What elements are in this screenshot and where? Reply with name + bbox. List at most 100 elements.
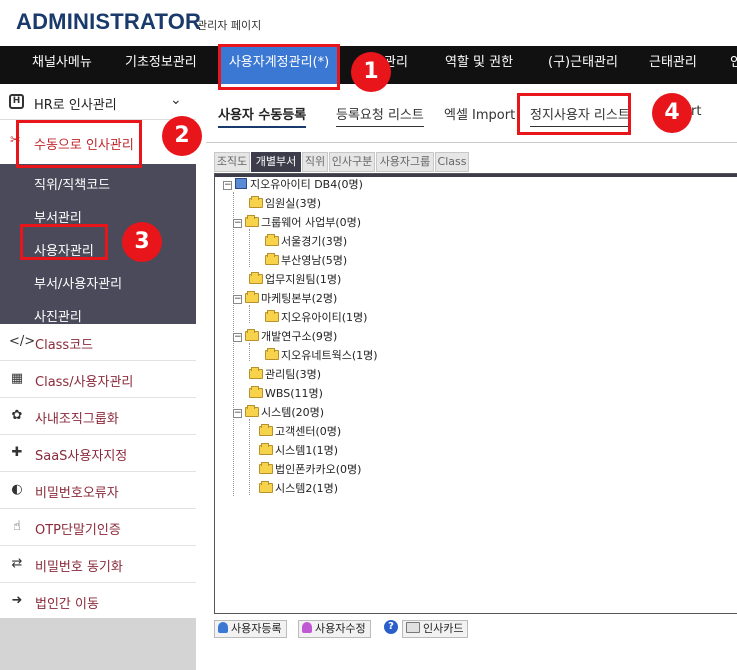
tree-node-label: 개발연구소(9명) — [261, 330, 338, 343]
folder-icon — [259, 462, 273, 474]
hr-card-button[interactable]: 인사카드 — [402, 620, 469, 638]
tree-node[interactable]: − 그룹웨어 사업부(0명) — [233, 215, 362, 230]
code-icon: </> — [9, 334, 36, 349]
arrow-circle-icon: ➜ — [11, 593, 23, 608]
nav-item-basic-info[interactable]: 기초정보관리 — [125, 46, 197, 84]
sidebar-item-password-error[interactable]: ◐ 비밀번호오류자 — [0, 472, 196, 509]
collapse-icon[interactable]: − — [233, 409, 242, 418]
folder-icon — [249, 196, 263, 208]
tree-node[interactable]: − 시스템(20명) — [233, 405, 324, 420]
folder-icon — [245, 329, 259, 341]
submenu-item-position-code[interactable]: 직위/직책코드 — [34, 174, 110, 193]
puzzle-icon: ✚ — [11, 445, 23, 460]
submenu-item-photo[interactable]: 사진관리 — [34, 306, 82, 325]
tree-node[interactable]: 시스템1(1명) — [259, 443, 339, 458]
tree-node[interactable]: 임원실(3명) — [249, 196, 322, 211]
folder-icon — [265, 348, 279, 360]
sidebar: H HR로 인사관리 ⌄ ✂ 수동으로 인사관리 직위/직책코드 부서관리 사용… — [0, 84, 196, 670]
sidebar-item-class-code[interactable]: </> Class코드 — [0, 324, 196, 361]
chevron-down-icon[interactable]: ⌄ — [170, 92, 182, 108]
sidebar-item-saas-user[interactable]: ✚ SaaS사용자지정 — [0, 435, 196, 472]
sidebar-item-label: SaaS사용자지정 — [35, 449, 128, 464]
tree-tab-class[interactable]: Class — [435, 152, 469, 172]
tree-tab-hr-type[interactable]: 인사구분 — [329, 152, 375, 172]
sidebar-header[interactable]: H HR로 인사관리 ⌄ — [0, 84, 196, 120]
sidebar-item-corp-move[interactable]: ➜ 법인간 이동 — [0, 583, 196, 620]
tree-tab-departments[interactable]: 개별부서 — [251, 152, 301, 172]
id-card-icon — [406, 622, 420, 633]
tree-node[interactable]: 시스템2(1명) — [259, 481, 338, 496]
tree-node-label: 시스템1(1명) — [275, 444, 339, 457]
tree-node-label: 부산영남(5명) — [281, 254, 348, 267]
tree-node[interactable]: 법인폰카카오(0명) — [259, 462, 361, 477]
folder-icon — [259, 443, 273, 455]
tree-node[interactable]: 관리팀(3명) — [249, 367, 321, 382]
folder-icon — [249, 367, 263, 379]
sidebar-item-label: 사내조직그룹화 — [35, 412, 119, 427]
sidebar-item-label: 비밀번호 동기화 — [35, 560, 123, 575]
folder-icon — [249, 272, 263, 284]
step-badge-4: 4 — [652, 93, 692, 133]
user-edit-button[interactable]: 사용자수정 — [298, 620, 371, 638]
highlight-box-1 — [218, 44, 340, 90]
user-register-button[interactable]: 사용자등록 — [214, 620, 287, 638]
tree-node[interactable]: 업무지원팀(1명) — [249, 272, 342, 287]
tab-request-list[interactable]: 등록요청 리스트 — [336, 104, 424, 127]
folder-icon — [249, 386, 263, 398]
tree-node[interactable]: 지오유네트웍스(1명) — [265, 348, 378, 363]
tree-node-label: 그룹웨어 사업부(0명) — [261, 216, 362, 229]
tree-node-root[interactable]: − 지오유아이티 DB4(0명) — [223, 178, 363, 192]
nav-item-more[interactable]: 인 — [730, 46, 737, 84]
tab-excel-import[interactable]: 엑셀 Import — [444, 104, 515, 123]
tree-node[interactable]: − 마케팅본부(2명) — [233, 291, 338, 306]
users-board-icon: ▦ — [10, 371, 24, 386]
tree-node-label: 업무지원팀(1명) — [265, 273, 342, 286]
step-badge-2: 2 — [162, 116, 202, 156]
collapse-icon[interactable]: − — [223, 181, 232, 190]
submenu-item-dept-user[interactable]: 부서/사용자관리 — [34, 273, 122, 292]
collapse-icon[interactable]: − — [233, 333, 242, 342]
tree-tab-position[interactable]: 직위 — [302, 152, 328, 172]
folder-icon — [259, 424, 273, 436]
tree-node-label: 지오유아이티(1명) — [281, 311, 368, 324]
tree-node-label: 서울경기(3명) — [281, 235, 348, 248]
tree-node[interactable]: WBS(11명) — [249, 386, 323, 401]
sidebar-item-password-sync[interactable]: ⇄ 비밀번호 동기화 — [0, 546, 196, 583]
tab-divider — [206, 142, 737, 143]
step-badge-3: 3 — [122, 222, 162, 262]
sidebar-header-label: HR로 인사관리 — [34, 98, 117, 113]
sidebar-item-org-group[interactable]: ✿ 사내조직그룹화 — [0, 398, 196, 435]
tree-node[interactable]: 서울경기(3명) — [265, 234, 348, 249]
sidebar-filler — [0, 618, 196, 670]
tab-manual-register[interactable]: 사용자 수동등록 — [218, 104, 307, 128]
folder-icon — [245, 405, 259, 417]
nav-item-old-attendance[interactable]: (구)근태관리 — [548, 46, 618, 84]
tree-node[interactable]: 부산영남(5명) — [265, 253, 348, 268]
tree-node[interactable]: 지오유아이티(1명) — [265, 310, 368, 325]
tree-node[interactable]: 고객센터(0명) — [259, 424, 341, 439]
app-logo[interactable]: ADMINISTRATOR — [16, 9, 201, 35]
button-label: 인사카드 — [423, 622, 464, 635]
tree-node-label: 마케팅본부(2명) — [261, 292, 338, 305]
user-icon — [302, 622, 312, 633]
folder-icon — [265, 310, 279, 322]
tree-connector — [249, 229, 250, 267]
tab-export[interactable]: rt — [691, 104, 701, 119]
tree-connector — [233, 192, 234, 496]
tree-node[interactable]: − 개발연구소(9명) — [233, 329, 338, 344]
tree-node-label: 임원실(3명) — [265, 197, 322, 210]
sidebar-item-class-user[interactable]: ▦ Class/사용자관리 — [0, 361, 196, 398]
tree-tab-user-group[interactable]: 사용자그룹 — [376, 152, 434, 172]
tree-tab-org-chart[interactable]: 조직도 — [214, 152, 250, 172]
sidebar-item-otp[interactable]: ☝ OTP단말기인증 — [0, 509, 196, 546]
sidebar-item-label: Class코드 — [35, 338, 94, 353]
help-icon[interactable]: ? — [384, 620, 398, 634]
tree-connector — [249, 305, 250, 323]
nav-item-attendance[interactable]: 근태관리 — [649, 46, 697, 84]
collapse-icon[interactable]: − — [233, 295, 242, 304]
nav-item-channel-menu[interactable]: 채널사메뉴 — [32, 46, 92, 84]
nav-item-roles[interactable]: 역할 및 권한 — [445, 46, 513, 84]
collapse-icon[interactable]: − — [233, 219, 242, 228]
main-content: 사용자 수동등록 등록요청 리스트 엑셀 Import 정지사용자 리스트 rt… — [196, 84, 737, 670]
sidebar-item-label: Class/사용자관리 — [35, 375, 134, 390]
